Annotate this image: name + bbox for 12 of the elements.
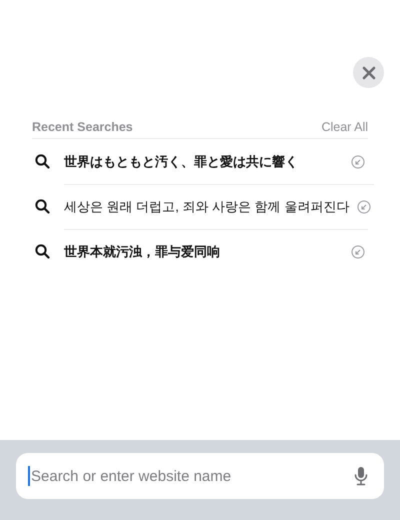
section-title: Recent Searches [32, 120, 133, 134]
search-icon [35, 199, 50, 214]
search-icon [35, 244, 50, 259]
address-field[interactable]: Search or enter website name [30, 468, 354, 484]
search-icon [35, 154, 50, 169]
address-bar[interactable]: Search or enter website name [16, 453, 384, 499]
microphone-icon[interactable] [354, 466, 368, 486]
recent-search-item[interactable]: 世界はもともと汚く、罪と愛は共に響く [64, 152, 298, 170]
close-button[interactable] [353, 57, 384, 88]
recent-search-item[interactable]: 世界本就污浊，罪与爱同响 [64, 243, 220, 261]
close-icon [362, 66, 376, 80]
recent-search-item[interactable]: 세상은 원래 더럽고, 죄와 사랑은 함께 울려퍼진다 [64, 198, 350, 216]
